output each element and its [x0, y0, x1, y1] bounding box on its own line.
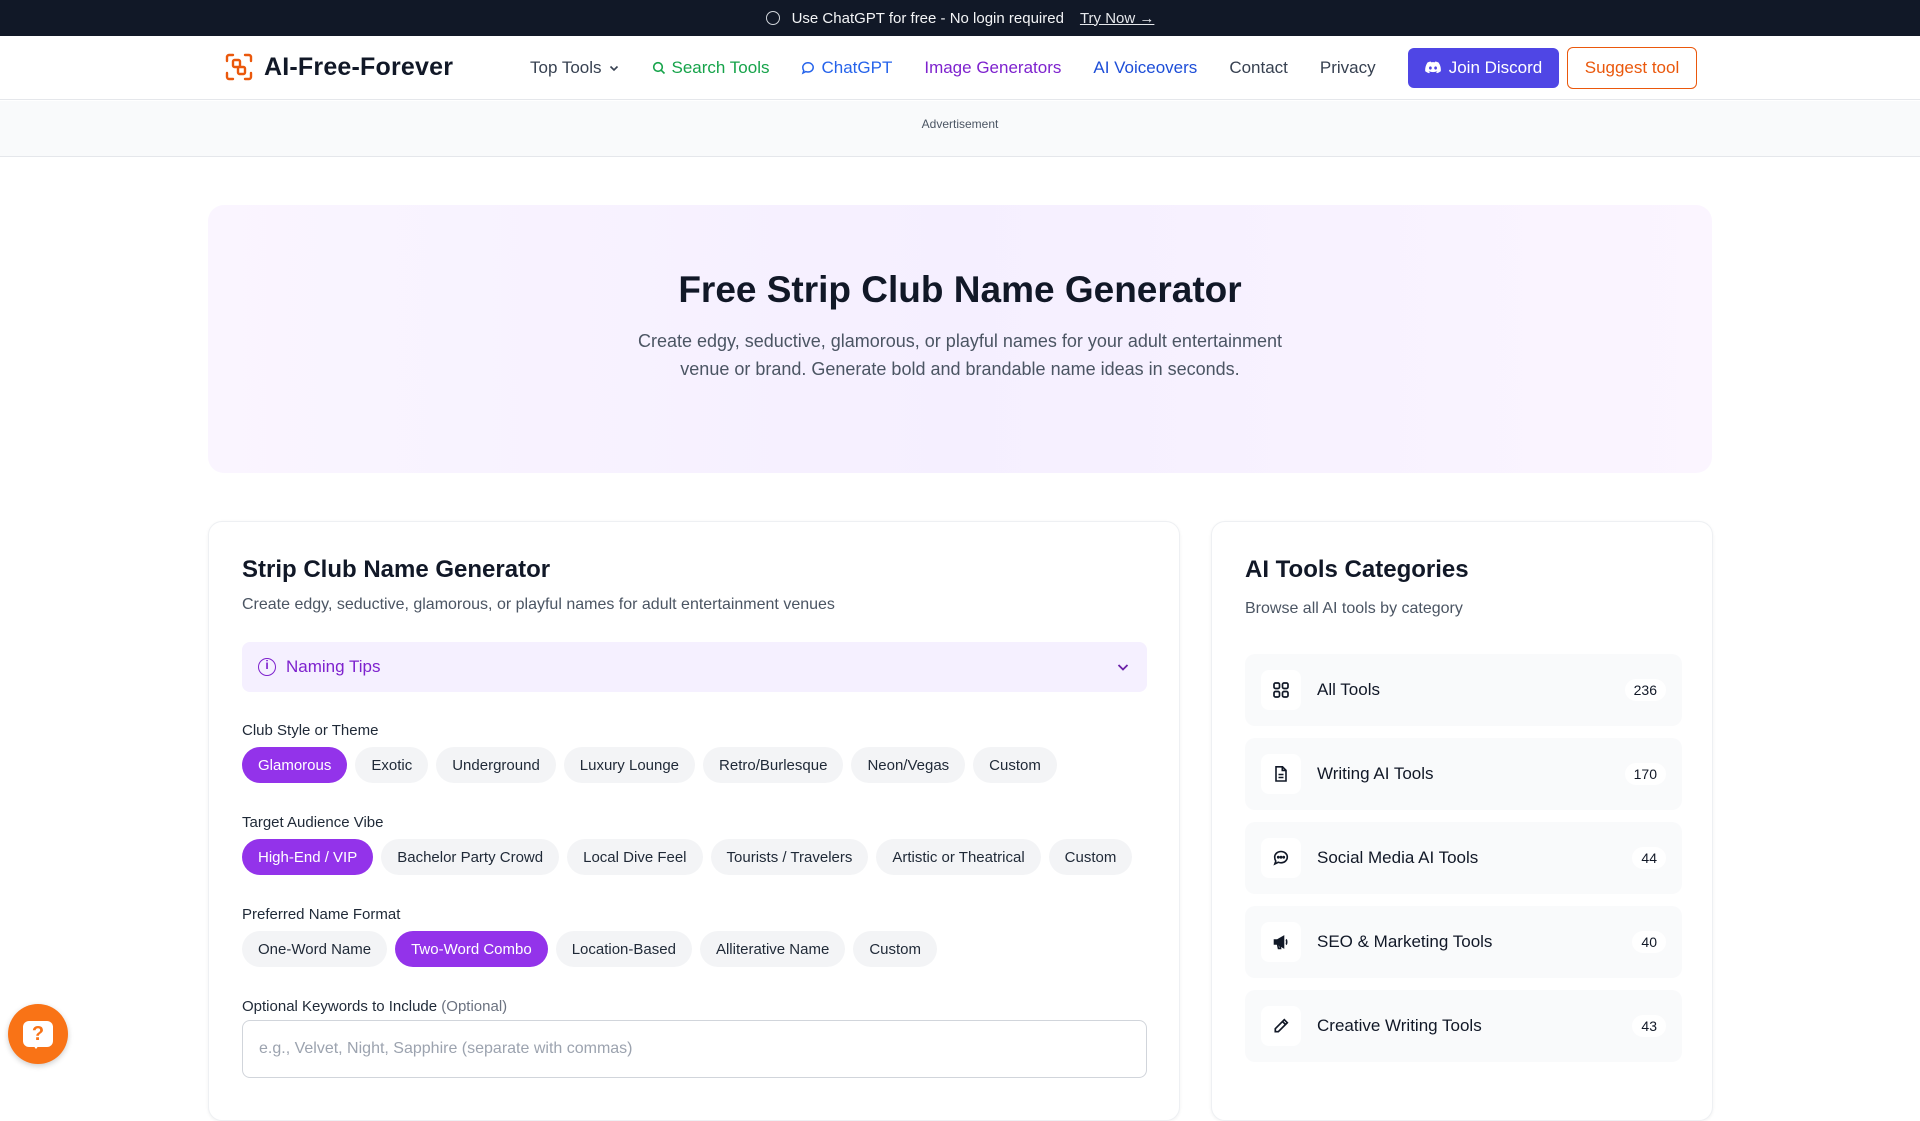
category-all-tools[interactable]: All Tools 236: [1245, 654, 1682, 726]
chat-bubble-icon: [1261, 838, 1301, 878]
advertisement-strip: Advertisement: [0, 101, 1920, 157]
brand[interactable]: AI-Free-Forever: [224, 52, 453, 82]
help-chat-button[interactable]: ?: [8, 1004, 68, 1064]
promo-bar: Use ChatGPT for free - No login required…: [0, 0, 1920, 36]
chip-custom[interactable]: Custom: [1048, 839, 1133, 875]
advertisement-label: Advertisement: [921, 117, 999, 131]
chip-luxury-lounge[interactable]: Luxury Lounge: [563, 747, 696, 783]
chip-custom[interactable]: Custom: [973, 747, 1057, 783]
category-name: SEO & Marketing Tools: [1317, 932, 1493, 951]
keywords-label: Optional Keywords to Include (Optional): [242, 998, 507, 1015]
chip-one-word-name[interactable]: One-Word Name: [242, 931, 388, 967]
chevron-down-icon: [609, 65, 618, 72]
grid-icon: [1261, 670, 1301, 710]
audience-vibe-chips: High-End / VIP Bachelor Party Crowd Local …: [242, 839, 1133, 875]
info-icon: [258, 658, 276, 676]
naming-tips-accordion[interactable]: Naming Tips: [242, 642, 1147, 692]
chip-glamorous[interactable]: Glamorous: [242, 747, 348, 783]
suggest-tool-button[interactable]: Suggest tool: [1567, 47, 1697, 89]
categories-panel: AI Tools Categories Browse all AI tools …: [1211, 521, 1713, 1121]
chip-location-based[interactable]: Location-Based: [555, 931, 692, 967]
megaphone-icon: [1261, 922, 1301, 962]
chip-two-word-combo[interactable]: Two-Word Combo: [395, 931, 548, 967]
chip-retro-burlesque[interactable]: Retro/Burlesque: [703, 747, 844, 783]
generator-subtitle: Create edgy, seductive, glamorous, or pl…: [242, 596, 835, 613]
page-title: Free Strip Club Name Generator: [678, 269, 1242, 310]
category-count: 44: [1632, 847, 1666, 869]
chip-tourists-travelers[interactable]: Tourists / Travelers: [710, 839, 869, 875]
category-writing-ai-tools[interactable]: Writing AI Tools 170: [1245, 738, 1682, 810]
nav-top-tools-label: Top Tools: [530, 58, 602, 77]
document-icon: [1261, 754, 1301, 794]
naming-tips-label: Naming Tips: [286, 657, 381, 676]
categories-subtitle: Browse all AI tools by category: [1245, 600, 1463, 617]
category-name: All Tools: [1317, 680, 1380, 699]
chip-bachelor-party-crowd[interactable]: Bachelor Party Crowd: [381, 839, 560, 875]
nav-image-generators[interactable]: Image Generators: [924, 58, 1061, 78]
nav-ai-voiceovers-label: AI Voiceovers: [1093, 58, 1198, 77]
audience-vibe-label: Target Audience Vibe: [242, 814, 384, 831]
nav-ai-voiceovers[interactable]: AI Voiceovers: [1093, 58, 1197, 78]
help-question-icon: ?: [23, 1021, 53, 1049]
discord-icon: [1424, 61, 1441, 74]
category-seo-marketing-tools[interactable]: SEO & Marketing Tools 40: [1245, 906, 1682, 978]
chip-artistic-or-theatrical[interactable]: Artistic or Theatrical: [876, 839, 1041, 875]
club-style-chips: Glamorous Exotic Underground Luxury Lounge R…: [242, 747, 1057, 783]
category-count: 170: [1624, 763, 1666, 785]
chip-exotic[interactable]: Exotic: [355, 747, 429, 783]
chip-local-dive-feel[interactable]: Local Dive Feel: [567, 839, 703, 875]
category-count: 40: [1632, 931, 1666, 953]
categories-title: AI Tools Categories: [1245, 556, 1469, 583]
generator-title: Strip Club Name Generator: [242, 556, 551, 583]
nav-privacy-label: Privacy: [1319, 58, 1376, 77]
nav-chatgpt[interactable]: ChatGPT: [801, 58, 892, 78]
hero-banner: Free Strip Club Name Generator Create ed…: [208, 205, 1712, 473]
chat-bubble-icon: [765, 11, 780, 25]
chip-alliterative-name[interactable]: Alliterative Name: [699, 931, 846, 967]
generator-card: Strip Club Name Generator Create edgy, s…: [208, 521, 1180, 1121]
search-icon: [652, 61, 665, 75]
chip-custom[interactable]: Custom: [853, 931, 937, 967]
nav-privacy[interactable]: Privacy: [1320, 58, 1376, 78]
nav-contact[interactable]: Contact: [1229, 58, 1288, 78]
try-now-link[interactable]: Try Now →: [1080, 10, 1154, 27]
nav-search-tools-label: Search Tools: [671, 58, 770, 77]
category-creative-writing-tools[interactable]: Creative Writing Tools 43: [1245, 990, 1682, 1062]
nav-contact-label: Contact: [1229, 58, 1288, 77]
keywords-optional-note: (Optional): [441, 998, 508, 1015]
nav-chatgpt-label: ChatGPT: [821, 58, 893, 77]
name-format-chips: One-Word Name Two-Word Combo Location-Base…: [242, 931, 937, 967]
category-name: Creative Writing Tools: [1317, 1016, 1482, 1035]
nav-search-tools[interactable]: Search Tools: [652, 58, 770, 78]
category-social-media-ai-tools[interactable]: Social Media AI Tools 44: [1245, 822, 1682, 894]
nav-top-tools[interactable]: Top Tools: [530, 58, 620, 78]
promo-text: Use ChatGPT for free - No login required: [791, 9, 1064, 27]
category-name: Social Media AI Tools: [1317, 848, 1479, 867]
chat-bubble-icon: [802, 62, 815, 75]
navbar: AI-Free-Forever Top Tools Search Tools C…: [0, 36, 1920, 100]
club-style-label: Club Style or Theme: [242, 722, 379, 739]
chip-high-end-vip[interactable]: High-End / VIP: [242, 839, 374, 875]
keywords-input[interactable]: [242, 1020, 1147, 1078]
join-discord-button[interactable]: Join Discord: [1408, 48, 1559, 88]
category-count: 43: [1632, 1015, 1666, 1037]
pencil-icon: [1261, 1006, 1301, 1046]
hero-description: Create edgy, seductive, glamorous, or pl…: [637, 331, 1282, 379]
chip-neon-vegas[interactable]: Neon/Vegas: [851, 747, 966, 783]
chip-underground[interactable]: Underground: [436, 747, 556, 783]
chevron-down-icon: [1117, 664, 1129, 671]
brand-logo-icon: [224, 52, 254, 82]
name-format-label: Preferred Name Format: [242, 906, 401, 923]
brand-name: AI-Free-Forever: [264, 52, 454, 81]
nav-links: Top Tools Search Tools ChatGPT Image Gen…: [530, 36, 1376, 100]
nav-image-generators-label: Image Generators: [924, 58, 1062, 77]
category-count: 236: [1624, 679, 1666, 701]
join-discord-label: Join Discord: [1448, 58, 1543, 77]
keywords-label-text: Optional Keywords to Include: [242, 998, 438, 1015]
category-name: Writing AI Tools: [1317, 764, 1434, 783]
